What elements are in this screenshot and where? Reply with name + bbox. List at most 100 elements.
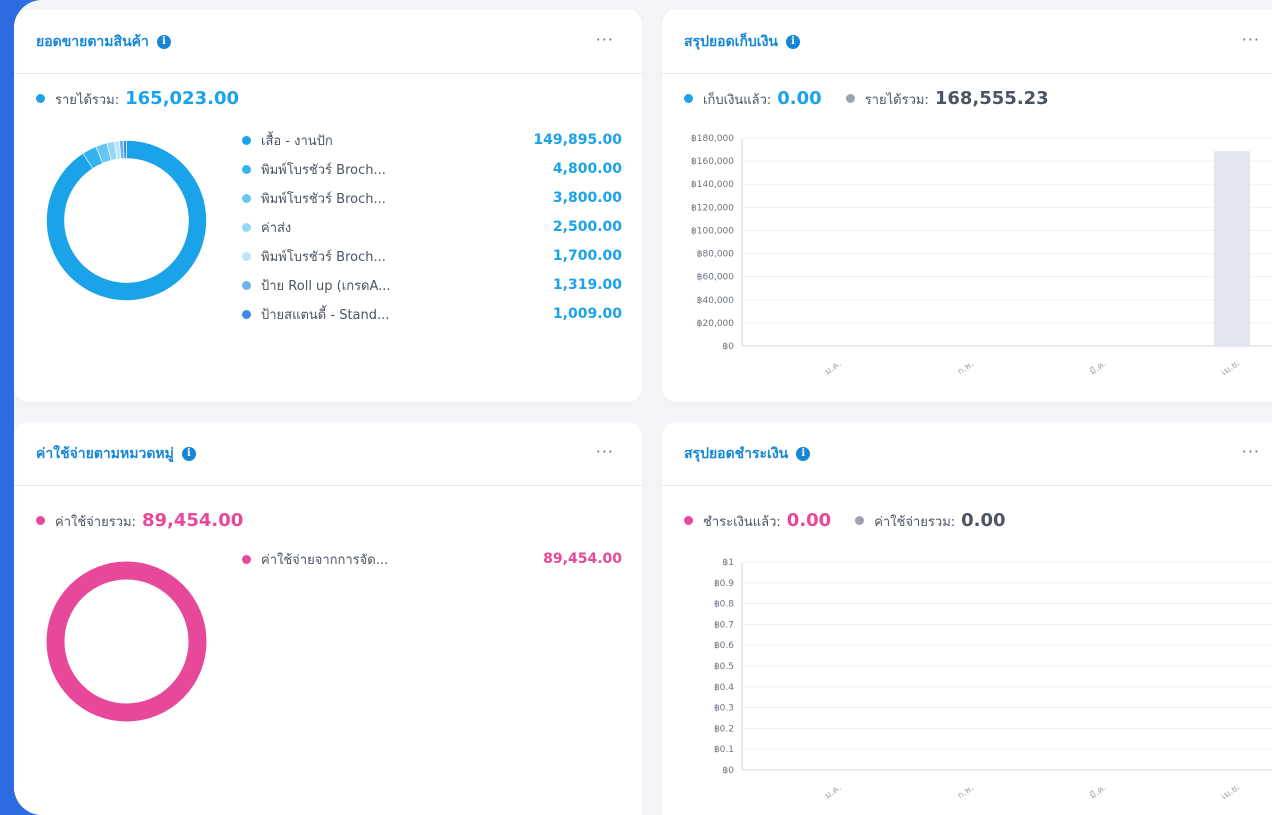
y-tick-label: ฿0 [723,766,735,776]
payment-bar-chart: ฿0 ฿0.1 ฿0.2 ฿0.3 ฿0.4 ฿0.5 ฿0.6 ฿0.7 ฿0.8 ฿0.9 ฿1… [714,558,1272,803]
legend-item-name: เสื้อ - งานปัก [261,133,333,149]
legend-dot [242,554,251,564]
legend-item-value: 1,700.00 [552,248,622,264]
y-tick-label: ฿20,000 [697,319,734,329]
legend-dot [242,309,251,319]
total-value: 89,454.00 [141,510,244,531]
y-tick-label: ฿0.5 [714,662,734,672]
collected-label: เก็บเงินแล้ว: [703,93,772,108]
legend-dot [242,164,251,174]
collected-value: 0.00 [777,88,822,109]
donut-slice[interactable] [46,140,207,301]
legend-item-value: 1,319.00 [552,277,622,293]
legend-item[interactable]: ค่าใช้จ่ายจากการจัด... 89,454.00 [242,549,622,569]
dashboard: ยอดขายตามสินค้า i ··· รายได้รวม: 165,023… [14,0,1272,815]
y-tick-label: ฿0.4 [714,683,734,693]
card-title: สรุปยอดเก็บเงิน [684,33,778,50]
legend-item[interactable]: ป้าย Roll up (เกรดA... 1,319.00 [242,275,622,295]
x-tick-label: ก.พ. [956,359,976,377]
x-tick-label: เม.ย. [1220,783,1242,803]
more-options-icon[interactable]: ··· [1242,30,1260,49]
legend-item[interactable]: พิมพ์โบรชัวร์ Broch... 3,800.00 [242,188,622,208]
collection-summary-values: เก็บเงินแล้ว: 0.00 รายได้รวม: 168,555.23 [684,88,1049,110]
legend-dot [242,135,251,145]
revenue-value: 168,555.23 [934,88,1049,109]
info-icon[interactable]: i [181,446,196,461]
x-tick-label: ก.พ. [956,783,976,801]
x-tick-label: ม.ค. [823,359,843,377]
x-tick-label: มี.ค. [1088,782,1109,801]
y-tick-label: ฿1 [723,558,734,568]
x-tick-label: มี.ค. [1088,358,1109,377]
legend-dot [845,94,855,103]
payment-summary-card: สรุปยอดชำระเงิน i ··· ชำระเงินแล้ว: 0.00… [662,422,1272,815]
legend-item[interactable]: พิมพ์โบรชัวร์ Broch... 4,800.00 [242,159,622,179]
more-options-icon[interactable]: ··· [596,442,614,461]
y-tick-label: ฿60,000 [697,273,734,283]
legend-dot [242,193,251,203]
legend-dot [242,222,251,232]
expense-by-category-card: ค่าใช้จ่ายตามหมวดหมู่ i ··· ค่าใช้จ่ายรว… [14,422,642,815]
legend-item[interactable]: ค่าส่ง 2,500.00 [242,217,622,237]
y-tick-label: ฿140,000 [691,180,734,190]
card-header: ยอดขายตามสินค้า i ··· [14,10,642,74]
y-tick-label: ฿160,000 [691,157,734,167]
card-header: ค่าใช้จ่ายตามหมวดหมู่ i ··· [14,422,642,486]
legend-item-value: 1,009.00 [552,306,622,322]
paid-value: 0.00 [786,510,832,531]
y-tick-label: ฿0.6 [714,641,734,651]
y-tick-label: ฿100,000 [691,226,734,236]
legend-item-name: พิมพ์โบรชัวร์ Broch... [261,162,386,178]
y-tick-label: ฿0.3 [714,704,734,714]
legend-dot [242,251,251,261]
total-summary: ค่าใช้จ่ายรวม: 89,454.00 [36,510,243,532]
legend-dot [684,516,693,525]
legend-item[interactable]: ป้ายสแตนดี้ - Stand... 1,009.00 [242,304,622,324]
revenue-label: รายได้รวม: [864,93,929,108]
y-tick-label: ฿0.8 [714,600,734,610]
legend-item[interactable]: พิมพ์โบรชัวร์ Broch... 1,700.00 [242,246,622,266]
card-title: สรุปยอดชำระเงิน [684,445,789,462]
x-tick-label: ม.ค. [823,783,843,801]
legend-item-name: ค่าส่ง [261,220,292,236]
expense-donut-chart [46,561,207,722]
donut-slice[interactable] [46,561,207,722]
card-header: สรุปยอดเก็บเงิน i ··· [662,10,1272,74]
legend-item-value: 3,800.00 [552,190,622,206]
total-label: รายได้รวม: [55,93,120,108]
y-tick-label: ฿0.7 [714,620,734,630]
info-icon[interactable]: i [786,34,800,49]
legend-item-name: ป้ายสแตนดี้ - Stand... [261,307,390,323]
legend-item-value: 4,800.00 [552,161,622,177]
expense-total-value: 0.00 [961,510,1006,531]
y-tick-label: ฿80,000 [697,250,734,260]
legend-item-name: พิมพ์โบรชัวร์ Broch... [261,249,386,265]
legend-item-name: ป้าย Roll up (เกรดA... [261,278,391,294]
info-icon[interactable]: i [156,34,171,49]
sales-by-product-card: ยอดขายตามสินค้า i ··· รายได้รวม: 165,023… [14,10,642,402]
total-summary: รายได้รวม: 165,023.00 [36,88,239,110]
y-tick-label: ฿0.1 [714,745,734,755]
more-options-icon[interactable]: ··· [596,30,614,49]
more-options-icon[interactable]: ··· [1242,442,1260,461]
expense-total-label: ค่าใช้จ่ายรวม: [874,515,956,530]
y-tick-label: ฿0.9 [714,579,734,589]
payment-summary-values: ชำระเงินแล้ว: 0.00 ค่าใช้จ่ายรวม: 0.00 [684,510,1006,532]
y-tick-label: ฿0.2 [714,724,734,734]
legend-dot [36,94,45,103]
legend-dot [242,280,251,290]
legend-item-name: พิมพ์โบรชัวร์ Broch... [261,191,386,207]
collection-summary-card: สรุปยอดเก็บเงิน i ··· เก็บเงินแล้ว: 0.00… [662,10,1272,402]
legend-item-value: 149,895.00 [533,132,622,148]
legend-item[interactable]: เสื้อ - งานปัก 149,895.00 [242,130,622,150]
y-tick-label: ฿40,000 [697,296,734,306]
card-title: ค่าใช้จ่ายตามหมวดหมู่ [36,445,174,462]
donut-slice[interactable] [123,140,127,159]
info-icon[interactable]: i [796,446,811,461]
bar[interactable] [1214,151,1250,346]
legend-item-name: ค่าใช้จ่ายจากการจัด... [261,552,389,568]
legend-dot [855,516,865,525]
card-title: ยอดขายตามสินค้า [36,33,149,50]
sales-donut-chart [46,140,207,301]
legend-item-value: 89,454.00 [543,551,622,567]
